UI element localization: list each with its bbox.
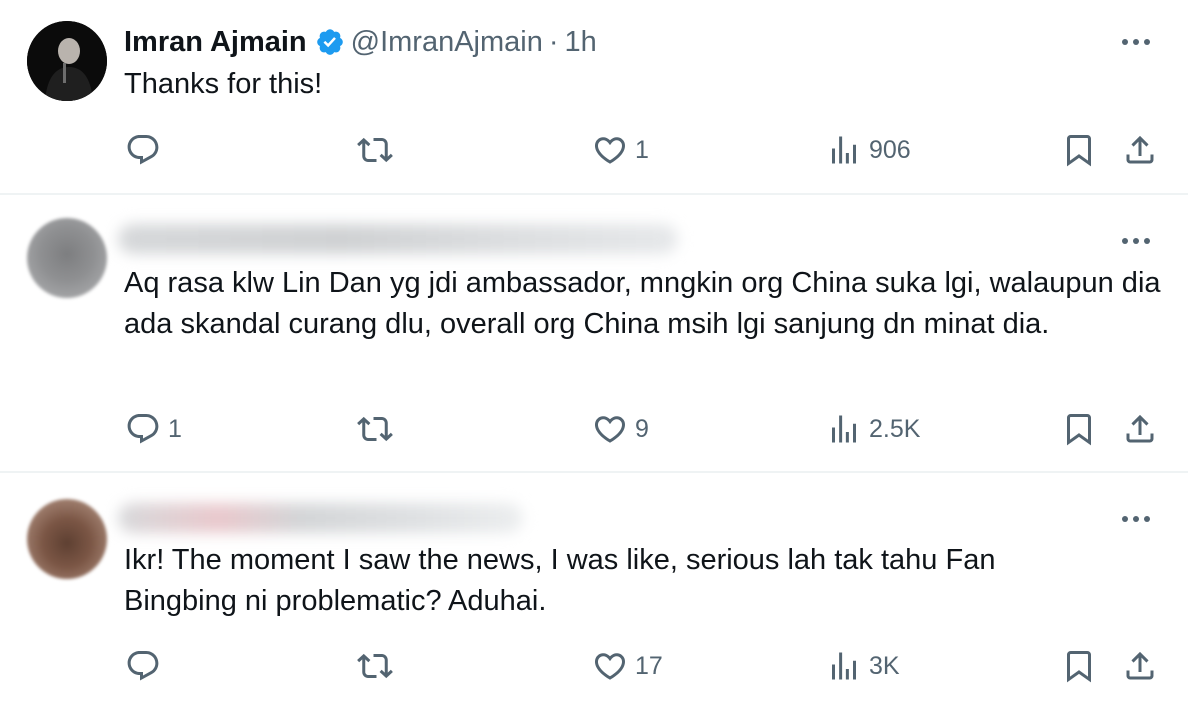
views-button[interactable]: 906 bbox=[826, 130, 911, 170]
like-icon bbox=[594, 416, 626, 443]
avatar[interactable] bbox=[27, 218, 107, 298]
views-icon bbox=[832, 136, 856, 164]
tweet-actions: 1 906 bbox=[0, 130, 1188, 170]
more-icon[interactable] bbox=[1116, 507, 1156, 531]
repost-button[interactable] bbox=[357, 409, 400, 449]
share-icon bbox=[1126, 651, 1154, 680]
repost-button[interactable] bbox=[357, 130, 400, 170]
reply-icon bbox=[127, 135, 159, 165]
bookmark-icon bbox=[1067, 414, 1091, 446]
views-button[interactable]: 3K bbox=[826, 646, 900, 686]
tweet[interactable]: Ikr! The moment I saw the news, I was li… bbox=[0, 473, 1188, 704]
share-button[interactable] bbox=[1122, 646, 1158, 686]
bookmark-button[interactable] bbox=[1061, 646, 1097, 686]
tweet-header: Imran Ajmain @ImranAjmain · 1h bbox=[124, 22, 597, 62]
like-button[interactable]: 1 bbox=[592, 130, 649, 170]
more-icon[interactable] bbox=[1116, 229, 1156, 253]
like-icon bbox=[594, 653, 626, 680]
tweet-text: Aq rasa klw Lin Dan yg jdi ambassador, m… bbox=[124, 267, 1161, 340]
tweet[interactable]: Imran Ajmain @ImranAjmain · 1h Thanks fo… bbox=[0, 0, 1188, 194]
tweet-actions: 1 9 2.5K bbox=[0, 409, 1188, 449]
share-button[interactable] bbox=[1122, 409, 1158, 449]
redacted-name bbox=[118, 503, 523, 533]
repost-icon bbox=[357, 416, 393, 442]
avatar[interactable] bbox=[27, 499, 107, 579]
like-button[interactable]: 17 bbox=[592, 646, 663, 686]
tweet-text: Ikr! The moment I saw the news, I was li… bbox=[124, 544, 996, 617]
reply-icon bbox=[127, 651, 159, 681]
more-icon[interactable] bbox=[1116, 30, 1156, 54]
tweet-actions: 17 3K bbox=[0, 646, 1188, 686]
like-icon bbox=[594, 137, 626, 164]
reply-button[interactable] bbox=[125, 646, 168, 686]
bookmark-icon bbox=[1067, 651, 1091, 683]
separator: · bbox=[548, 25, 559, 58]
share-icon bbox=[1126, 414, 1154, 443]
repost-button[interactable] bbox=[357, 646, 400, 686]
tweet[interactable]: Aq rasa klw Lin Dan yg jdi ambassador, m… bbox=[0, 195, 1188, 471]
reply-button[interactable]: 1 bbox=[125, 409, 182, 449]
repost-icon bbox=[357, 653, 393, 679]
reply-icon bbox=[127, 414, 159, 444]
display-name[interactable]: Imran Ajmain bbox=[124, 26, 307, 59]
share-icon bbox=[1126, 135, 1154, 164]
tweet-text: Thanks for this! bbox=[124, 68, 323, 100]
share-button[interactable] bbox=[1122, 130, 1158, 170]
bookmark-button[interactable] bbox=[1061, 409, 1097, 449]
views-button[interactable]: 2.5K bbox=[826, 409, 920, 449]
redacted-name bbox=[118, 224, 678, 254]
bookmark-icon bbox=[1067, 135, 1091, 167]
like-button[interactable]: 9 bbox=[592, 409, 649, 449]
views-icon bbox=[832, 415, 856, 443]
reply-button[interactable] bbox=[125, 130, 168, 170]
timestamp[interactable]: 1h bbox=[565, 26, 597, 59]
views-icon bbox=[832, 652, 856, 680]
avatar[interactable] bbox=[27, 21, 107, 101]
handle[interactable]: @ImranAjmain bbox=[351, 26, 543, 59]
verified-badge-icon bbox=[316, 29, 343, 55]
bookmark-button[interactable] bbox=[1061, 130, 1097, 170]
repost-icon bbox=[357, 137, 393, 163]
